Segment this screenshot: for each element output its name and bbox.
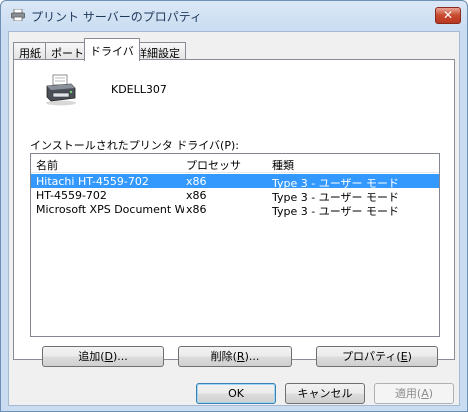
list-header: 名前 プロセッサ 種類	[31, 154, 439, 173]
close-button[interactable]: ✕	[435, 7, 461, 24]
remove-label-pre: 削除(	[210, 350, 237, 363]
add-label-post: )...	[113, 350, 128, 363]
properties-label-pre: プロパティ(	[342, 350, 401, 363]
column-header-name[interactable]: 名前	[36, 157, 58, 173]
properties-dialog: プリント サーバーのプロパティ ✕ 用紙 ポート ドライバ 詳細設定 KDELL…	[0, 0, 468, 412]
list-item[interactable]: Hitachi HT-4559-702 x86 Type 3 - ユーザー モー…	[31, 174, 439, 190]
driver-processor: x86	[186, 175, 207, 188]
printer-icon	[46, 74, 76, 106]
apply-label-pre: 適用(	[394, 387, 422, 400]
driver-type: Type 3 - ユーザー モード	[272, 205, 399, 218]
add-label-pre: 追加(	[78, 350, 105, 363]
remove-label-post: )...	[244, 350, 260, 363]
list-item[interactable]: Microsoft XPS Document W... x86 Type 3 -…	[31, 202, 439, 218]
close-icon: ✕	[442, 8, 454, 22]
properties-label-post: )	[407, 350, 412, 363]
properties-accesskey: E	[400, 350, 408, 363]
column-header-type[interactable]: 種類	[272, 157, 294, 173]
remove-driver-button[interactable]: 削除(R)...	[178, 346, 292, 367]
apply-accesskey: A	[421, 387, 429, 400]
title-bar[interactable]: プリント サーバーのプロパティ ✕	[1, 1, 467, 31]
add-driver-button[interactable]: 追加(D)...	[42, 346, 164, 367]
apply-button[interactable]: 適用(A)	[374, 383, 454, 404]
window-title: プリント サーバーのプロパティ	[31, 10, 202, 24]
remove-accesskey: R	[236, 350, 245, 363]
cancel-button[interactable]: キャンセル	[285, 383, 365, 404]
server-name: KDELL307	[111, 83, 167, 96]
driver-name: HT-4559-702	[36, 189, 107, 202]
driver-processor: x86	[186, 203, 207, 216]
tab-paper[interactable]: 用紙	[13, 42, 47, 60]
ok-button[interactable]: OK	[196, 383, 276, 404]
drivers-list-label: インストールされたプリンタ ドライバ(P):	[30, 139, 239, 152]
drivers-tab-page: KDELL307 インストールされたプリンタ ドライバ(P): 名前 プロセッサ…	[13, 59, 455, 360]
add-accesskey: D	[104, 350, 113, 363]
driver-name: Hitachi HT-4559-702	[36, 175, 149, 188]
column-header-processor[interactable]: プロセッサ	[186, 157, 241, 173]
driver-processor: x86	[186, 189, 207, 202]
driver-name: Microsoft XPS Document W...	[36, 203, 184, 216]
apply-label-post: )	[428, 387, 434, 400]
tab-drivers[interactable]: ドライバ	[84, 38, 140, 61]
list-item[interactable]: HT-4559-702 x86 Type 3 - ユーザー モード	[31, 188, 439, 204]
drivers-list[interactable]: 名前 プロセッサ 種類 Hitachi HT-4559-702 x86 Type…	[30, 153, 440, 337]
dialog-body: 用紙 ポート ドライバ 詳細設定 KDELL307 インストールされたプリンタ …	[8, 31, 460, 406]
printer-icon	[11, 9, 25, 21]
driver-properties-button[interactable]: プロパティ(E)	[316, 346, 438, 367]
